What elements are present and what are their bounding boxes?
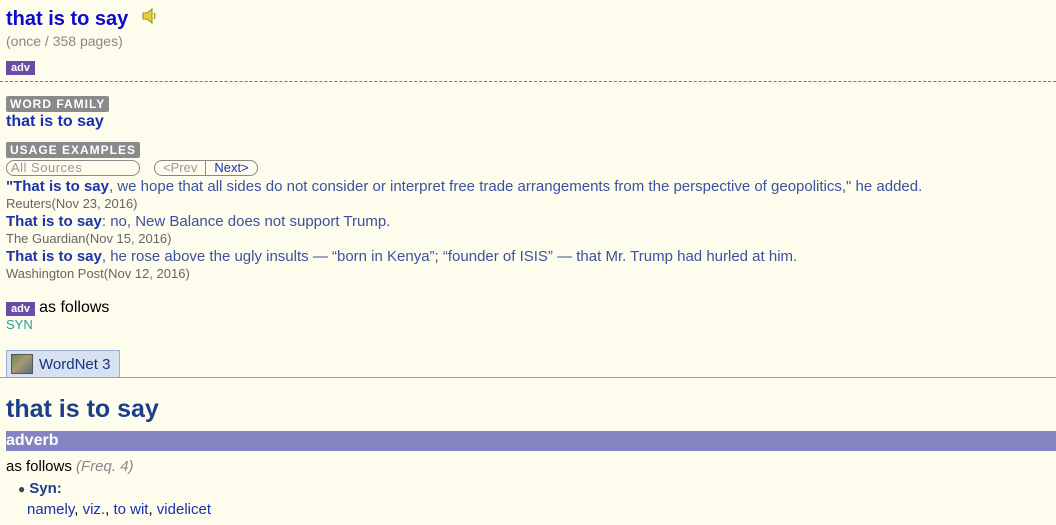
example-text: : no, New Balance does not support Trump… xyxy=(101,213,391,230)
speaker-icon[interactable] xyxy=(142,7,158,28)
example-phrase: That is to say xyxy=(6,248,102,265)
synonym-link[interactable]: namely xyxy=(27,501,74,518)
example-pager: <Prev Next> xyxy=(154,160,258,176)
sense-definition: as follows xyxy=(39,299,110,316)
example-sentence: That is to say, he rose above the ugly i… xyxy=(6,248,1056,266)
example-list: "That is to say, we hope that all sides … xyxy=(6,178,1056,282)
example-item: That is to say, he rose above the ugly i… xyxy=(6,248,1056,282)
word-family-label: WORD FAMILY xyxy=(6,96,110,112)
example-text: , he rose above the ugly insults — “born… xyxy=(101,248,798,265)
sense-block: adv as follows SYN xyxy=(6,299,1056,332)
wordnet-icon xyxy=(11,354,33,374)
sense-row: adv as follows xyxy=(6,299,1056,317)
syn-label: Syn: xyxy=(29,480,62,497)
dictionary-entry: that is to say (once / 358 pages) adv xyxy=(6,7,1056,75)
headword-row: that is to say xyxy=(6,7,1056,31)
word-family-section: WORD FAMILY that is to say xyxy=(6,95,1056,131)
headword: that is to say xyxy=(6,8,129,30)
synonym-link[interactable]: videlicet xyxy=(157,501,211,518)
pos-row: adv xyxy=(6,58,1056,75)
example-sentence: That is to say: no, New Balance does not… xyxy=(6,213,1056,231)
pos-tag: adv xyxy=(6,61,35,75)
wordnet-pos-label: adverb xyxy=(6,432,59,449)
sense-pos-tag: adv xyxy=(6,302,35,316)
wordnet-synonyms: namely, viz., to wit, videlicet xyxy=(27,501,211,518)
prev-button[interactable]: <Prev xyxy=(155,161,207,175)
wordnet-pos-bar: adverb xyxy=(6,431,1056,451)
section-divider xyxy=(0,81,1056,82)
example-item: "That is to say, we hope that all sides … xyxy=(6,178,1056,212)
wordnet-headword: that is to say xyxy=(6,395,159,423)
example-phrase: "That is to say xyxy=(6,178,109,195)
usage-examples-section: USAGE EXAMPLES All Sources <Prev Next> "… xyxy=(6,141,1056,282)
word-family-link[interactable]: that is to say xyxy=(6,113,1056,131)
example-sentence: "That is to say, we hope that all sides … xyxy=(6,178,1056,196)
example-source: Washington Post(Nov 12, 2016) xyxy=(6,266,190,281)
sources-select[interactable]: All Sources xyxy=(6,160,140,176)
example-source: The Guardian(Nov 15, 2016) xyxy=(6,231,172,246)
wordnet-syn-heading: ● Syn: xyxy=(18,480,62,497)
synonym-link[interactable]: to wit xyxy=(113,501,148,518)
tab-wordnet[interactable]: WordNet 3 xyxy=(6,350,120,377)
usage-examples-label: USAGE EXAMPLES xyxy=(6,142,141,158)
frequency-text: (once / 358 pages) xyxy=(6,33,123,49)
wordnet-freq: (Freq. 4) xyxy=(76,458,134,475)
synonym-link[interactable]: viz. xyxy=(83,501,106,518)
example-phrase: That is to say xyxy=(6,213,102,230)
bullet-icon: ● xyxy=(18,482,26,496)
wordnet-sense: as follows (Freq. 4) xyxy=(6,458,134,475)
example-controls: All Sources <Prev Next> xyxy=(6,160,1056,176)
example-text: , we hope that all sides do not consider… xyxy=(108,178,923,195)
syn-link[interactable]: SYN xyxy=(6,317,1056,332)
tab-label: WordNet 3 xyxy=(39,355,111,373)
source-tabbar: WordNet 3 xyxy=(0,350,1056,378)
next-button[interactable]: Next> xyxy=(206,161,256,175)
example-source: Reuters(Nov 23, 2016) xyxy=(6,196,138,211)
example-item: That is to say: no, New Balance does not… xyxy=(6,213,1056,247)
wordnet-sense-text: as follows xyxy=(6,458,72,475)
